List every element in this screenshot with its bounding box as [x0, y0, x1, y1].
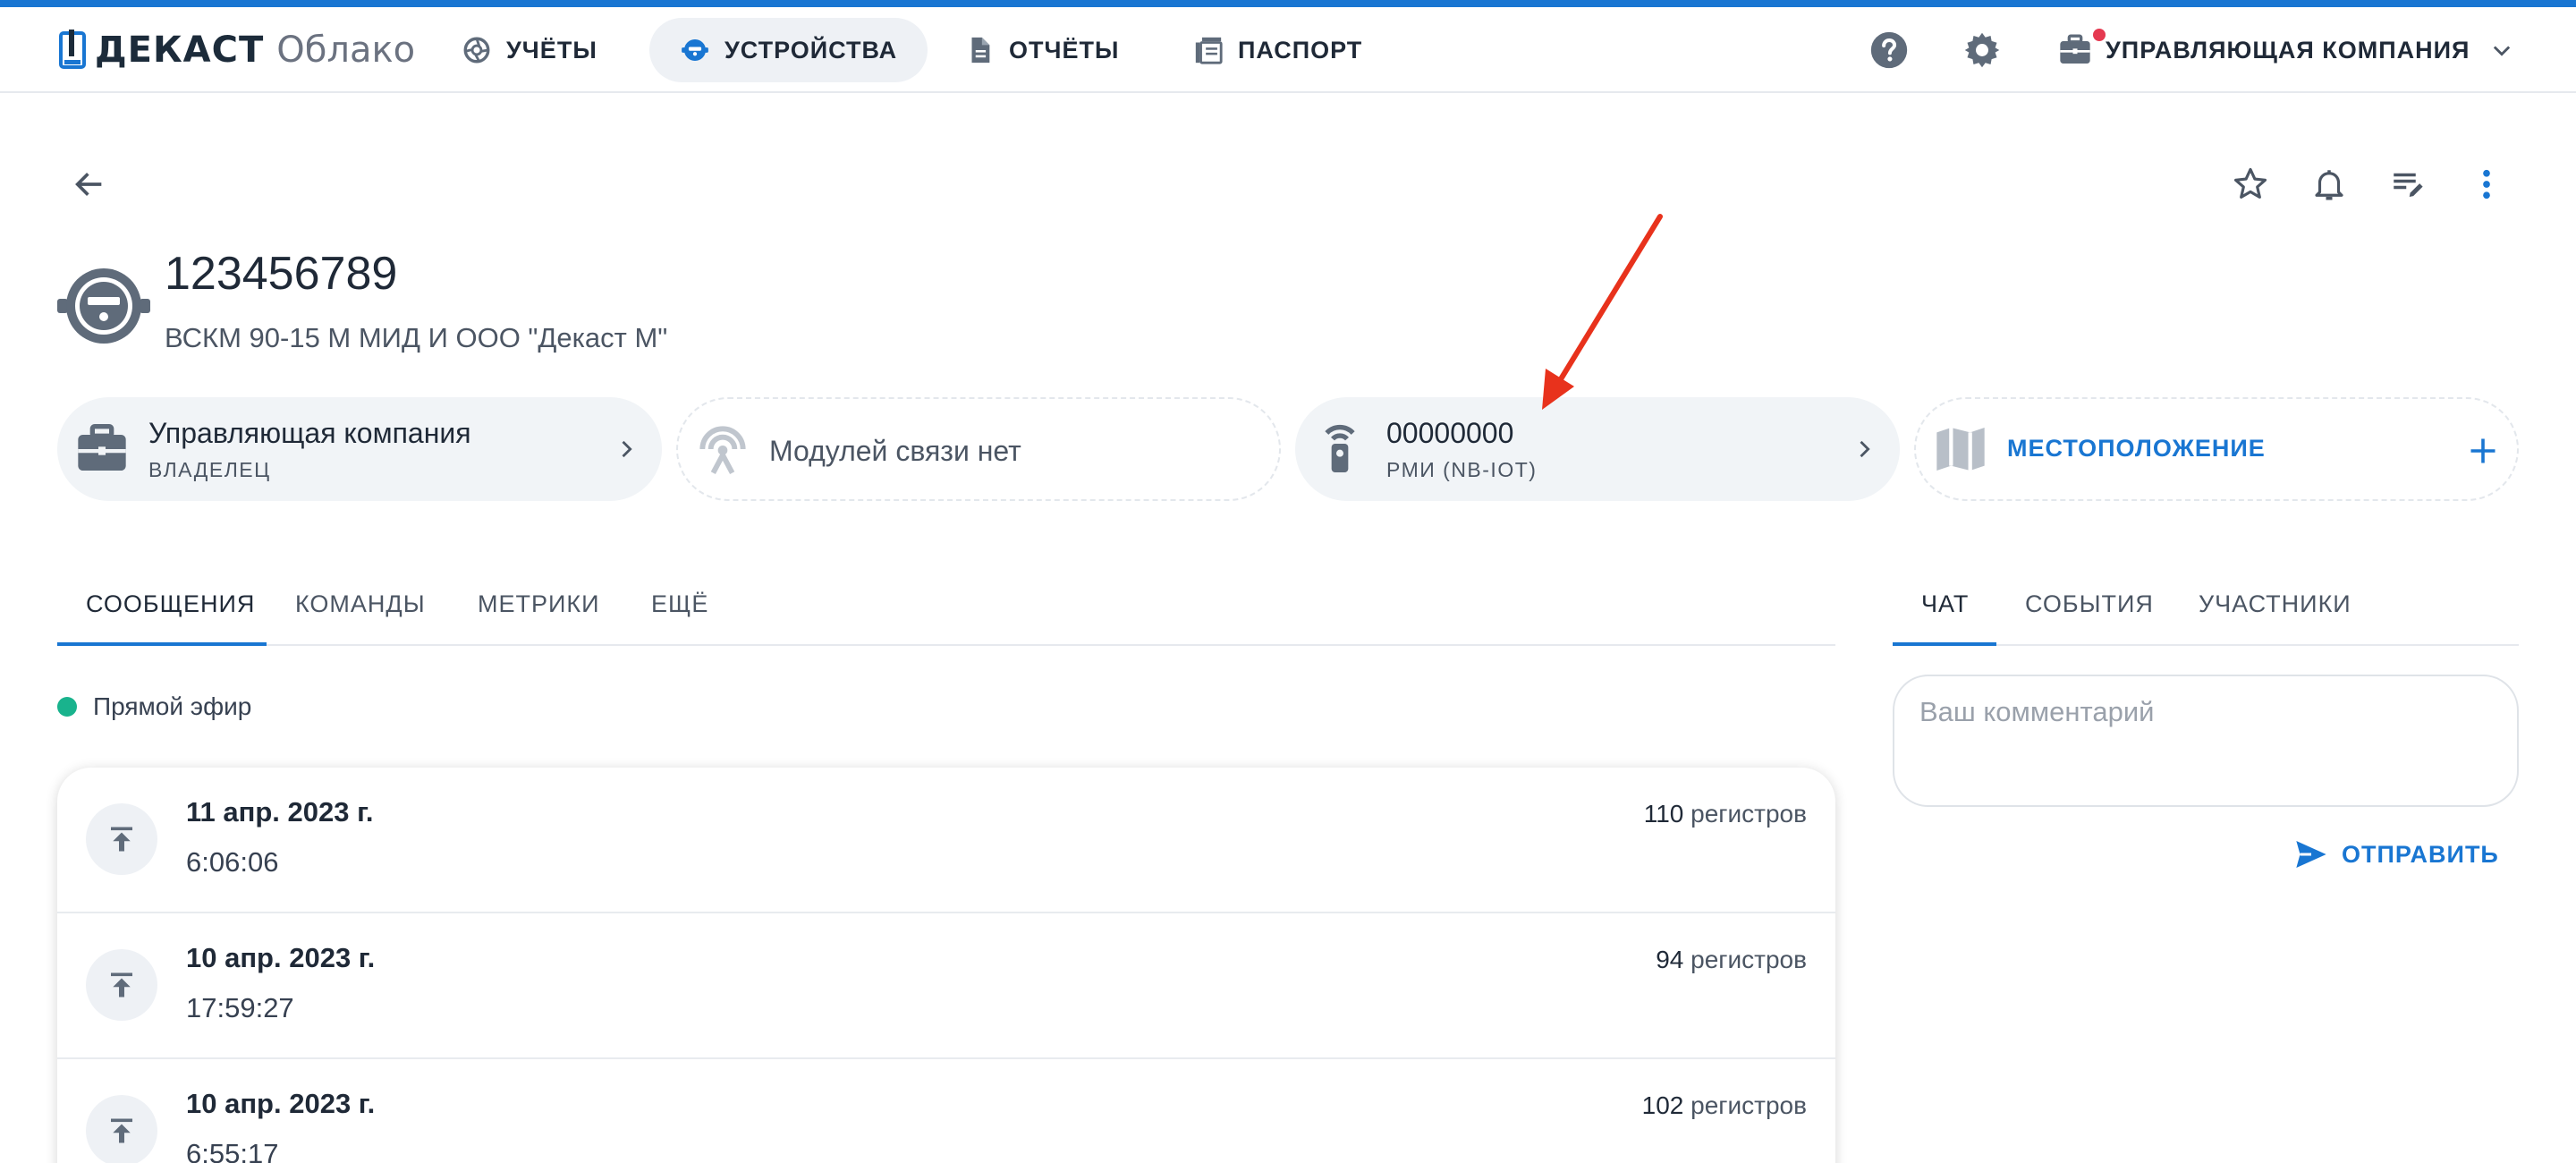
location-label: МЕСТОПОЛОЖЕНИЕ [2007, 435, 2266, 462]
tab-chat[interactable]: ЧАТ [1921, 562, 1969, 646]
nav-label: УСТРОЙСТВА [724, 36, 898, 64]
owner-name: Управляющая компания [148, 417, 471, 449]
meter-icon [682, 38, 708, 62]
remote-signal-icon [1325, 425, 1355, 472]
message-date: 10 апр. 2023 г. [186, 1088, 376, 1119]
device-meter-icon [57, 268, 150, 344]
send-label: ОТПРАВИТЬ [2342, 840, 2499, 868]
help-icon[interactable] [1869, 30, 1909, 70]
antenna-off-icon [699, 426, 746, 475]
live-status-dot [57, 697, 77, 717]
nav-label: ОТЧЁТЫ [1009, 36, 1120, 64]
tab-commands[interactable]: КОМАНДЫ [295, 562, 426, 646]
chevron-right-icon [622, 440, 632, 458]
brand-name: ДЕКАСТ [95, 30, 265, 71]
more-vertical-icon [2483, 169, 2490, 199]
more-menu-button[interactable] [2462, 159, 2512, 209]
device-number: 123456789 [165, 248, 398, 300]
settings-gear-icon[interactable] [1962, 30, 2002, 70]
upload-icon [86, 949, 157, 1021]
nav-item-accounting[interactable]: УЧЁТЫ [431, 18, 628, 82]
briefcase-icon [78, 424, 126, 471]
favorite-button[interactable] [2225, 159, 2275, 209]
register-count-unit: регистров [1690, 800, 1807, 828]
register-count: 110 регистров [1644, 800, 1807, 828]
notification-dot [2093, 29, 2106, 41]
add-icon[interactable] [2467, 435, 2499, 467]
side-tabs: ЧАТ СОБЫТИЯ УЧАСТНИКИ [1893, 562, 2519, 646]
nav-label: УЧЁТЫ [506, 36, 597, 64]
nav-item-devices[interactable]: УСТРОЙСТВА [649, 18, 928, 82]
register-count-unit: регистров [1690, 1091, 1807, 1119]
star-outline-icon [2233, 167, 2267, 199]
message-date: 10 апр. 2023 г. [186, 942, 376, 973]
top-navbar: ДЕКАСТ Облако УЧЁТЫ УСТРОЙСТВА ОТЧЁТЫ ПА… [0, 7, 2576, 93]
comment-input[interactable] [1893, 675, 2519, 807]
bell-icon [2315, 170, 2343, 200]
top-accent-line [0, 0, 2576, 7]
live-indicator: Прямой эфир [57, 692, 251, 721]
list-item[interactable]: 10 апр. 2023 г. 17:59:27 94 регистров [57, 913, 1835, 1059]
register-count-value: 94 [1656, 946, 1684, 973]
message-time: 17:59:27 [186, 992, 294, 1023]
tab-events[interactable]: СОБЫТИЯ [2025, 562, 2154, 646]
notifications-button[interactable] [2304, 159, 2354, 209]
edit-list-icon [2394, 173, 2423, 197]
chevron-down-icon [2494, 46, 2511, 56]
list-item[interactable]: 11 апр. 2023 г. 6:06:06 110 регистров [57, 768, 1835, 913]
send-button[interactable]: ОТПРАВИТЬ [2293, 830, 2499, 879]
modules-empty-label: Модулей связи нет [769, 435, 1021, 467]
tab-messages[interactable]: СООБЩЕНИЯ [86, 562, 255, 646]
active-tab-indicator [57, 642, 267, 646]
upload-icon [86, 1095, 157, 1163]
location-card[interactable]: МЕСТОПОЛОЖЕНИЕ [1914, 397, 2519, 501]
document-icon [971, 37, 990, 64]
library-icon [1195, 37, 1223, 64]
device-model: ВСКМ 90-15 М МИД И ООО "Декаст М" [165, 322, 668, 353]
brand-logo[interactable]: ДЕКАСТ Облако [59, 29, 415, 72]
tab-metrics[interactable]: МЕТРИКИ [478, 562, 600, 646]
brand-mark-icon [59, 30, 86, 69]
tab-more[interactable]: ЕЩЁ [651, 562, 708, 646]
aperture-icon [463, 37, 490, 64]
message-time: 6:06:06 [186, 846, 279, 878]
message-date: 11 апр. 2023 г. [186, 796, 374, 828]
message-tabs: СООБЩЕНИЯ КОМАНДЫ МЕТРИКИ ЕЩЁ [57, 562, 1835, 646]
company-name: УПРАВЛЯЮЩАЯ КОМПАНИЯ [2106, 36, 2470, 64]
register-count-value: 102 [1641, 1091, 1684, 1119]
register-count: 102 регистров [1642, 1091, 1807, 1120]
register-count-value: 110 [1643, 800, 1684, 828]
active-tab-indicator [1893, 642, 1996, 646]
live-label: Прямой эфир [93, 692, 252, 720]
register-count-unit: регистров [1690, 946, 1807, 973]
nav-item-passport[interactable]: ПАСПОРТ [1163, 18, 1393, 82]
back-button[interactable] [64, 159, 114, 209]
tab-participants[interactable]: УЧАСТНИКИ [2199, 562, 2351, 646]
send-icon [2296, 841, 2326, 868]
edit-notes-button[interactable] [2383, 159, 2433, 209]
rmi-module-id: 00000000 [1386, 417, 1514, 449]
rmi-module-card[interactable]: 00000000 РМИ (NB-IOT) [1295, 397, 1900, 501]
map-icon [1936, 428, 1985, 471]
briefcase-icon [2060, 34, 2090, 64]
arrow-back-icon [75, 173, 102, 196]
brand-subtitle: Облако [276, 30, 416, 71]
list-item[interactable]: 10 апр. 2023 г. 6:55:17 102 регистров [57, 1059, 1835, 1163]
company-menu[interactable]: УПРАВЛЯЮЩАЯ КОМПАНИЯ [2057, 23, 2514, 77]
nav-label: ПАСПОРТ [1238, 36, 1363, 64]
nav-item-reports[interactable]: ОТЧЁТЫ [934, 18, 1149, 82]
message-time: 6:55:17 [186, 1138, 279, 1163]
register-count: 94 регистров [1656, 946, 1807, 974]
comm-modules-card[interactable]: Модулей связи нет [676, 397, 1281, 501]
chevron-right-icon [1860, 440, 1870, 458]
message-list: 11 апр. 2023 г. 6:06:06 110 регистров 10… [57, 768, 1835, 1163]
rmi-module-type: РМИ (NB-IOT) [1386, 458, 1538, 481]
upload-icon [86, 803, 157, 875]
owner-card[interactable]: Управляющая компания ВЛАДЕЛЕЦ [57, 397, 662, 501]
owner-role: ВЛАДЕЛЕЦ [148, 458, 271, 481]
